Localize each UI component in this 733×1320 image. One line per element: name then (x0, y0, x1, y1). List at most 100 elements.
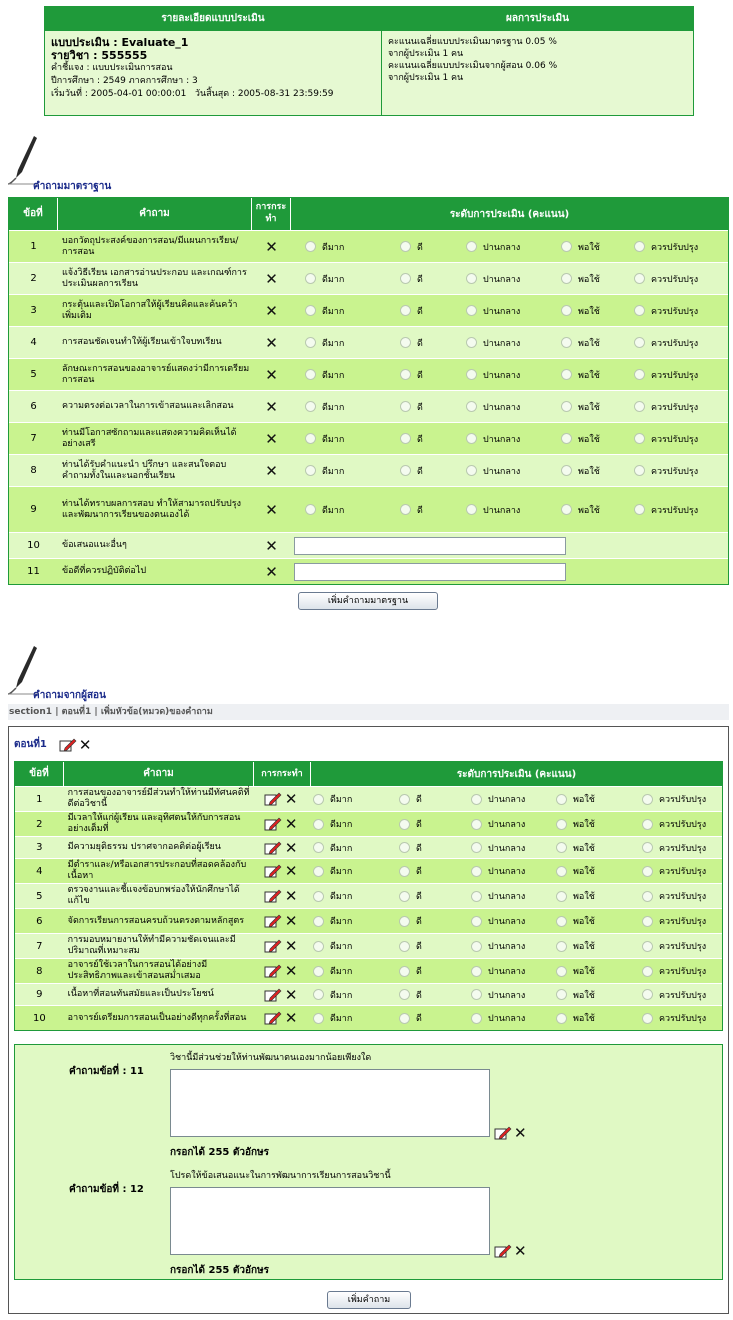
radio-button[interactable] (561, 305, 572, 316)
rating-option[interactable]: ปานกลาง (466, 503, 561, 517)
radio-button[interactable] (642, 915, 653, 927)
delete-x-icon[interactable]: ✕ (265, 367, 278, 382)
radio-button[interactable] (471, 965, 482, 977)
rating-option[interactable]: ปานกลาง (471, 864, 556, 878)
radio-button[interactable] (471, 865, 482, 877)
delete-x-icon[interactable]: ✕ (265, 538, 278, 553)
delete-x-icon[interactable]: ✕ (285, 792, 298, 807)
rating-option[interactable]: ดี (400, 272, 466, 286)
rating-option[interactable]: พอใช้ (561, 336, 634, 350)
radio-button[interactable] (305, 465, 316, 476)
rating-option[interactable]: ควรปรับปรุง (642, 964, 722, 978)
radio-button[interactable] (471, 842, 482, 853)
rating-option[interactable]: ปานกลาง (466, 304, 561, 318)
rating-option[interactable]: ดี (399, 1011, 471, 1025)
rating-option[interactable]: ควรปรับปรุง (634, 368, 714, 382)
radio-button[interactable] (634, 273, 645, 284)
radio-button[interactable] (399, 915, 410, 927)
rating-option[interactable]: พอใช้ (556, 817, 642, 831)
rating-option[interactable]: พอใช้ (556, 864, 642, 878)
rating-option[interactable]: ดีมาก (313, 817, 399, 831)
edit-pencil-icon[interactable] (264, 864, 282, 878)
crumb-section1[interactable]: section1 (9, 707, 52, 717)
rating-option[interactable]: ดี (400, 240, 466, 254)
radio-button[interactable] (313, 842, 324, 853)
radio-button[interactable] (400, 273, 411, 284)
rating-option[interactable]: พอใช้ (561, 432, 634, 446)
answer-textarea[interactable] (170, 1069, 490, 1137)
edit-pencil-icon[interactable] (264, 914, 282, 928)
rating-option[interactable]: ดีมาก (313, 841, 399, 855)
radio-button[interactable] (399, 940, 410, 952)
rating-option[interactable]: ดีมาก (313, 889, 399, 903)
radio-button[interactable] (471, 1012, 482, 1024)
rating-option[interactable]: ดีมาก (305, 368, 400, 382)
radio-button[interactable] (642, 940, 653, 952)
radio-button[interactable] (305, 273, 316, 284)
rating-option[interactable]: ควรปรับปรุง (642, 1011, 722, 1025)
radio-button[interactable] (305, 401, 316, 412)
radio-button[interactable] (556, 940, 567, 952)
rating-option[interactable]: พอใช้ (556, 889, 642, 903)
edit-pencil-icon[interactable] (264, 817, 282, 831)
delete-x-icon[interactable]: ✕ (285, 914, 298, 929)
radio-button[interactable] (400, 241, 411, 252)
radio-button[interactable] (400, 465, 411, 476)
radio-button[interactable] (642, 793, 653, 805)
rating-option[interactable]: พอใช้ (556, 792, 642, 806)
rating-option[interactable]: ดีมาก (313, 864, 399, 878)
rating-option[interactable]: ปานกลาง (471, 817, 556, 831)
rating-option[interactable]: พอใช้ (561, 240, 634, 254)
rating-option[interactable]: ปานกลาง (466, 336, 561, 350)
radio-button[interactable] (634, 369, 645, 380)
rating-option[interactable]: ปานกลาง (471, 889, 556, 903)
radio-button[interactable] (556, 1012, 567, 1024)
rating-option[interactable]: ควรปรับปรุง (634, 432, 714, 446)
rating-option[interactable]: ดีมาก (313, 988, 399, 1002)
radio-button[interactable] (466, 305, 477, 316)
rating-option[interactable]: ปานกลาง (466, 464, 561, 478)
radio-button[interactable] (634, 465, 645, 476)
radio-button[interactable] (313, 890, 324, 902)
radio-button[interactable] (399, 818, 410, 830)
rating-option[interactable]: ปานกลาง (466, 432, 561, 446)
edit-pencil-icon[interactable] (494, 1126, 512, 1140)
radio-button[interactable] (556, 915, 567, 927)
rating-option[interactable]: ปานกลาง (471, 1011, 556, 1025)
radio-button[interactable] (305, 369, 316, 380)
radio-button[interactable] (561, 241, 572, 252)
delete-x-icon[interactable]: ✕ (79, 737, 92, 752)
rating-option[interactable]: พอใช้ (561, 464, 634, 478)
radio-button[interactable] (466, 369, 477, 380)
radio-button[interactable] (313, 818, 324, 830)
radio-button[interactable] (642, 989, 653, 1000)
rating-option[interactable]: ปานกลาง (471, 841, 556, 855)
rating-option[interactable]: พอใช้ (556, 939, 642, 953)
rating-option[interactable]: ดีมาก (305, 304, 400, 318)
answer-textarea[interactable] (170, 1187, 490, 1255)
rating-option[interactable]: ปานกลาง (471, 792, 556, 806)
radio-button[interactable] (305, 305, 316, 316)
rating-option[interactable]: ควรปรับปรุง (634, 272, 714, 286)
radio-button[interactable] (556, 890, 567, 902)
rating-option[interactable]: ควรปรับปรุง (642, 841, 722, 855)
rating-option[interactable]: ดีมาก (313, 914, 399, 928)
radio-button[interactable] (399, 793, 410, 805)
delete-x-icon[interactable]: ✕ (265, 502, 278, 517)
radio-button[interactable] (471, 890, 482, 902)
rating-option[interactable]: พอใช้ (561, 400, 634, 414)
rating-option[interactable]: พอใช้ (561, 503, 634, 517)
rating-option[interactable]: ดีมาก (305, 336, 400, 350)
edit-pencil-icon[interactable] (264, 889, 282, 903)
rating-option[interactable]: ดีมาก (305, 400, 400, 414)
radio-button[interactable] (466, 433, 477, 444)
rating-option[interactable]: ควรปรับปรุง (634, 400, 714, 414)
rating-option[interactable]: ดีมาก (313, 792, 399, 806)
radio-button[interactable] (313, 965, 324, 977)
radio-button[interactable] (634, 241, 645, 252)
radio-button[interactable] (399, 865, 410, 877)
rating-option[interactable]: ดี (400, 336, 466, 350)
radio-button[interactable] (642, 842, 653, 853)
delete-x-icon[interactable]: ✕ (265, 303, 278, 318)
rating-option[interactable]: ควรปรับปรุง (642, 939, 722, 953)
